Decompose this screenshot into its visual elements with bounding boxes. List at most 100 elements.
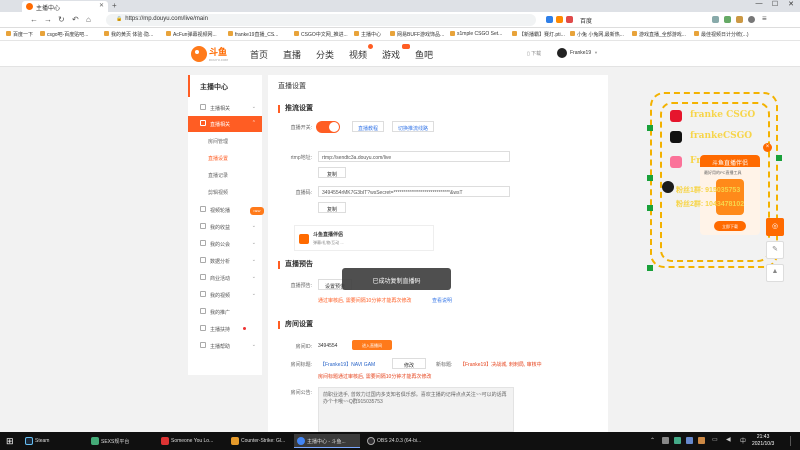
extension-icon[interactable]: [556, 16, 563, 23]
live-toggle[interactable]: [316, 121, 340, 133]
extension-icon[interactable]: [736, 16, 743, 23]
nav-live[interactable]: 直播: [283, 48, 301, 61]
announcement-textarea[interactable]: 前职业选手, 曾效力过国内多支知名俱乐部。喜欢主播的记得点点关注~~可以的话再办…: [318, 387, 514, 432]
home-icon[interactable]: ⌂: [86, 15, 91, 24]
promo-download-button[interactable]: 立即下载: [714, 221, 746, 231]
address-bar[interactable]: 🔒 https://mp.douyu.com/live/main: [106, 14, 536, 26]
companion-promo-card[interactable]: 斗鱼直播伴侣 最好用的PC直播工具 立即下载: [700, 155, 760, 235]
feedback-icon[interactable]: ✎: [766, 241, 784, 259]
taskbar-app-csgo[interactable]: Counter-Strike: Gl...: [228, 434, 290, 448]
close-icon[interactable]: ×: [763, 143, 772, 152]
undo-icon[interactable]: ↶: [72, 15, 79, 24]
bookmark[interactable]: CSGO中文网_推进...: [294, 31, 348, 38]
extension-icon[interactable]: [546, 16, 553, 23]
new-badge: NEW: [250, 207, 264, 215]
volume-icon[interactable]: ◀: [726, 436, 731, 443]
bookmark[interactable]: s1mple CSGO Set...: [450, 31, 502, 37]
taskbar-app-music[interactable]: Someone You Lo...: [158, 434, 224, 448]
copy-code-button[interactable]: 复制: [318, 202, 346, 213]
nav-games[interactable]: 游戏: [382, 48, 400, 61]
tutorial-button[interactable]: 直播教程: [352, 121, 384, 132]
sidebar-sub-settings[interactable]: 直播设置: [188, 150, 262, 166]
username[interactable]: Franke19: [570, 50, 591, 56]
sidebar-item-analytics[interactable]: 数据分析 ⌄: [188, 253, 262, 269]
view-instructions-link[interactable]: 查看说明: [432, 297, 452, 304]
tray-icon[interactable]: [674, 437, 681, 444]
scroll-top-icon[interactable]: ▲: [766, 264, 784, 282]
forward-icon[interactable]: →: [44, 15, 52, 24]
bookmark[interactable]: franke19直播_CS...: [228, 31, 278, 38]
sidebar-item-support[interactable]: 主播扶持: [188, 321, 262, 337]
minimize-icon[interactable]: —: [752, 0, 766, 7]
profile-avatar-icon[interactable]: [748, 16, 755, 23]
extension-icon[interactable]: [712, 16, 719, 23]
sidebar-item-promotion[interactable]: 我的推广: [188, 304, 262, 320]
taskbar-app-obs[interactable]: OBS 24.0.3 (64-bi...: [364, 434, 430, 448]
extension-icon[interactable]: [566, 16, 573, 23]
companion-tool-card[interactable]: 斗鱼直播伴侣 弹幕/礼物/互动 ...: [294, 225, 434, 251]
taskbar-app-browser[interactable]: 主播中心 - 斗鱼...: [294, 434, 360, 448]
network-icon[interactable]: ▭: [712, 436, 718, 443]
extension-icon[interactable]: [724, 16, 731, 23]
sidebar-sub-clips[interactable]: 剪辑视频: [188, 184, 262, 200]
sidebar-sub-records[interactable]: 直播记录: [188, 167, 262, 183]
bookmark[interactable]: 网易BUFF游戏饰品...: [390, 31, 444, 38]
stream-code-field[interactable]: 3494554rMK7G3bIT?wsSecret=**************…: [318, 186, 510, 197]
chevron-down-icon[interactable]: ▼: [594, 50, 598, 55]
menu-icon[interactable]: ≡: [762, 14, 767, 23]
obs-icon: [367, 437, 375, 445]
new-tab-icon[interactable]: +: [112, 1, 117, 10]
taskbar-app-steam[interactable]: Steam: [22, 434, 84, 448]
sidebar-item-business[interactable]: 商业活动 ⌄: [188, 270, 262, 286]
download-link[interactable]: ▯ 下载: [527, 50, 541, 57]
reload-icon[interactable]: ↻: [58, 15, 65, 24]
float-action-icon[interactable]: ◎: [766, 218, 784, 236]
sidebar-item-guild[interactable]: 我的公会 ⌄: [188, 236, 262, 252]
back-icon[interactable]: ←: [30, 15, 38, 24]
close-tab-icon[interactable]: ✕: [99, 2, 104, 9]
windows-start-icon[interactable]: ⊞: [6, 436, 16, 446]
sidebar-item-videos[interactable]: 我的视频 ⌄: [188, 287, 262, 303]
bookmark[interactable]: 百度一下: [6, 31, 33, 38]
enter-room-button[interactable]: 进入直播间: [352, 340, 392, 350]
show-desktop-button[interactable]: [790, 436, 796, 446]
chevron-icon: ⌄: [251, 291, 256, 297]
edit-title-button[interactable]: 修改: [392, 358, 426, 369]
nav-category[interactable]: 分类: [316, 48, 334, 61]
sidebar-item-help[interactable]: 主播帮助 ⌄: [188, 338, 262, 354]
sidebar-item-income[interactable]: 我的收益 ⌄: [188, 219, 262, 235]
tray-chevron-icon[interactable]: ⌃: [650, 437, 655, 444]
maximize-icon[interactable]: ☐: [768, 0, 782, 8]
switch-line-button[interactable]: 切换推流线路: [392, 121, 434, 132]
bookmark[interactable]: 【新播霸】赛灯.pti...: [512, 31, 565, 38]
system-clock[interactable]: 21:43 2021/10/3: [752, 434, 774, 448]
bookmark[interactable]: 我的黄页 体验·隐...: [104, 31, 153, 38]
douyu-logo[interactable]: 斗鱼 DOUYU.COM: [190, 45, 234, 63]
close-window-icon[interactable]: ✕: [784, 0, 798, 8]
nav-video[interactable]: 视频: [349, 48, 367, 61]
tray-icon[interactable]: [698, 437, 705, 444]
room-settings-title: 房间设置: [278, 321, 313, 329]
taskbar-app-platform[interactable]: SEXS规平台: [88, 434, 154, 448]
bookmark[interactable]: 小兔 小兔网,最新热...: [570, 31, 624, 38]
ime-icon[interactable]: 中: [740, 436, 746, 445]
bookmark[interactable]: csgo吧-百度贴吧...: [40, 31, 88, 38]
search-engine-label[interactable]: 百度: [580, 16, 592, 25]
nav-fishbar[interactable]: 鱼吧: [415, 48, 433, 61]
tray-icon[interactable]: [686, 437, 693, 444]
user-avatar[interactable]: [557, 48, 567, 58]
nav-home[interactable]: 首页: [250, 48, 268, 61]
bookmark[interactable]: 主播中心: [354, 31, 381, 38]
preview-label: 直播预告:: [290, 283, 312, 289]
rtmp-field[interactable]: rtmp://sendtc3a.douyu.com/live: [318, 151, 510, 162]
sidebar-item-live[interactable]: 直播相关 ⌃: [188, 116, 262, 132]
bookmark[interactable]: AcFun弹幕视频网...: [166, 31, 217, 38]
bookmark[interactable]: 最佳视频日计分统(...): [694, 31, 749, 38]
sidebar-item-streamer[interactable]: 主播相关 ⌄: [188, 100, 262, 116]
tray-icon[interactable]: [662, 437, 669, 444]
copy-rtmp-button[interactable]: 复制: [318, 167, 346, 178]
companion-sub: 弹幕/礼物/互动 ...: [313, 240, 344, 245]
browser-tab[interactable]: 主播中心 ✕: [22, 1, 108, 12]
sidebar-sub-room[interactable]: 房间管理: [188, 133, 262, 149]
bookmark[interactable]: 游戏直播_全部游戏...: [632, 31, 686, 38]
